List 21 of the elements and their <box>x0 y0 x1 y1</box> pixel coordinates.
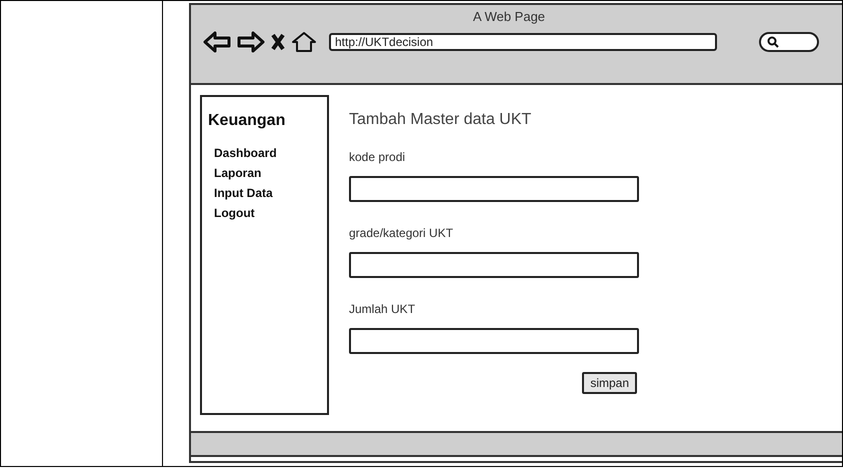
sidebar-link[interactable]: Logout <box>214 203 255 223</box>
window-title: A Web Page <box>473 8 546 26</box>
input-field[interactable] <box>349 328 639 354</box>
sidebar-link[interactable]: Input Data <box>214 183 273 203</box>
field-label: grade/kategori UKT <box>349 225 454 242</box>
form-title: Tambah Master data UKT <box>349 110 532 130</box>
sidebar-title: Keuangan <box>208 111 286 131</box>
sidebar-link[interactable]: Laporan <box>214 163 262 183</box>
field-label: kode prodi <box>349 149 406 166</box>
url-field[interactable]: http://UKTdecision <box>329 32 717 50</box>
close-icon[interactable] <box>271 32 285 50</box>
forward-arrow-icon[interactable] <box>237 30 265 52</box>
save-button[interactable]: simpan <box>582 372 637 394</box>
field-label: Jumlah UKT <box>349 301 416 318</box>
search-icon <box>767 36 779 48</box>
search-field[interactable] <box>759 32 819 52</box>
back-arrow-icon[interactable] <box>203 30 231 52</box>
sidebar-link[interactable]: Dashboard <box>214 143 277 163</box>
home-icon[interactable] <box>291 30 317 52</box>
input-field[interactable] <box>349 252 639 278</box>
input-field[interactable] <box>349 176 639 202</box>
